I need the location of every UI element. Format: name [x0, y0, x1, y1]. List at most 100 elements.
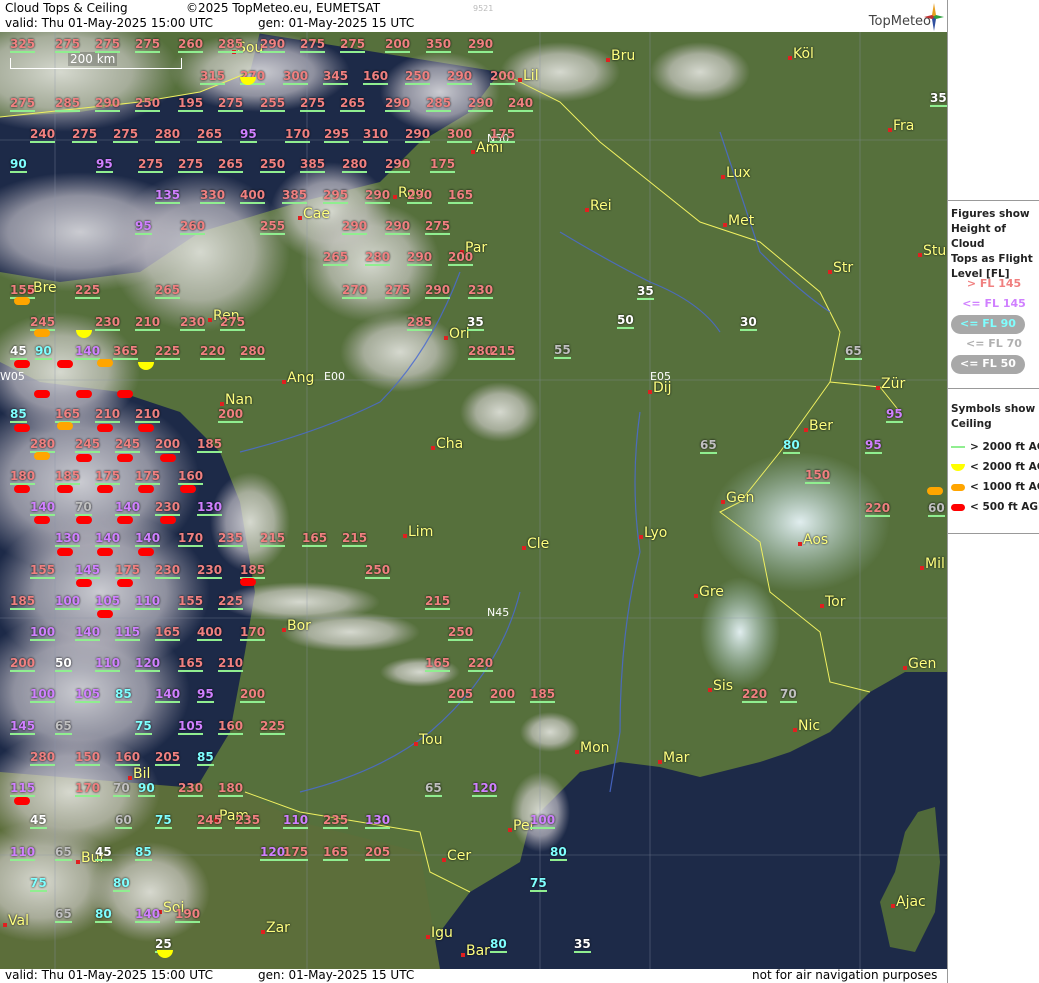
cloud-top-value: 275 — [55, 37, 81, 53]
ceiling-pill-icon — [14, 297, 30, 305]
cloud-top-value: 170 — [240, 625, 266, 641]
cloud-top-value: 115 — [10, 781, 36, 797]
cloud-top-value: 225 — [75, 283, 101, 299]
ceiling-pill-icon — [57, 548, 73, 556]
city-label: Bor — [287, 618, 311, 634]
city-label: Tor — [825, 594, 846, 610]
city-label: Gen — [726, 490, 755, 506]
cloud-top-value: 285 — [426, 96, 452, 112]
cloud-top-value: 290 — [468, 37, 494, 53]
cloud-top-value: 265 — [155, 283, 181, 299]
cloud-top-value: 150 — [75, 750, 101, 766]
cloud-top-value: 35 — [637, 284, 654, 300]
cloud-top-value: 160 — [178, 469, 204, 485]
symbol-row-under-1000: < 1000 ft AGL — [951, 481, 1039, 493]
cloud-top-value: 30 — [740, 315, 757, 331]
city-label: Nic — [798, 718, 821, 734]
cloud-top-value: 275 — [135, 37, 161, 53]
satellite-map[interactable]: 200 km Bru Köl Sou Lil Fra Ami Lux Rou Cae Rei Met… — [0, 32, 947, 969]
cloud-top-value: 180 — [10, 469, 36, 485]
cloud-top-value: 290 — [260, 37, 286, 53]
line-symbol-icon — [951, 446, 965, 448]
cloud — [210, 472, 290, 572]
cloud-top-value: 325 — [10, 37, 36, 53]
cloud-top-value: 175 — [95, 469, 121, 485]
cloud-top-value: 210 — [135, 315, 161, 331]
cloud-top-value: 195 — [178, 96, 204, 112]
cloud-top-value: 245 — [197, 813, 223, 829]
cloud-top-value: 285 — [407, 315, 433, 331]
cloud-top-value: 225 — [260, 719, 286, 735]
city-marker — [585, 208, 589, 212]
cloud-top-value: 135 — [155, 188, 181, 204]
cloud-top-value: 175 — [115, 563, 141, 579]
cloud-top-value: 275 — [138, 157, 164, 173]
cloud-top-value: 225 — [155, 344, 181, 360]
symbols-title-line: Symbols show — [951, 403, 1036, 415]
city-label: Igu — [431, 925, 453, 941]
cloud-top-value: 35 — [574, 937, 591, 953]
cloud-top-value: 200 — [155, 437, 181, 453]
city-label: Gen — [908, 656, 937, 672]
cloud-top-value: 210 — [95, 407, 121, 423]
ceiling-pill-icon — [14, 797, 30, 805]
cloud-top-value: 275 — [425, 219, 451, 235]
city-label: Val — [8, 913, 29, 929]
cloud-top-value: 275 — [340, 37, 366, 53]
cloud-top-value: 140 — [135, 531, 161, 547]
ceiling-pill-icon — [34, 452, 50, 460]
cloud-top-value: 60 — [928, 501, 945, 517]
cloud-top-value: 95 — [197, 687, 214, 703]
cloud-top-value: 100 — [30, 687, 56, 703]
cloud-top-value: 175 — [135, 469, 161, 485]
ceiling-pill-icon — [14, 485, 30, 493]
cloud-top-value: 210 — [135, 407, 161, 423]
city-marker — [575, 750, 579, 754]
header: Cloud Tops & Ceiling ©2025 TopMeteo.eu, … — [0, 0, 947, 32]
cloud-top-value: 235 — [235, 813, 261, 829]
cloud-top-value: 290 — [385, 219, 411, 235]
cloud-top-value: 200 — [10, 656, 36, 672]
symbols-title: Symbols show Ceiling — [951, 402, 1035, 432]
legend-item-fl-70: <= FL 70 — [966, 337, 1022, 350]
cloud-top-value: 80 — [783, 438, 800, 454]
ceiling-pill-icon — [138, 424, 154, 432]
orange-pill-icon — [951, 483, 965, 491]
cloud-top-value: 165 — [448, 188, 474, 204]
city-label: Cer — [447, 848, 472, 864]
city-marker — [403, 534, 407, 538]
cloud-top-value: 185 — [10, 594, 36, 610]
red-pill-icon — [951, 503, 965, 511]
footer-valid: valid: Thu 01-May-2025 15:00 UTC — [5, 968, 214, 982]
cloud-top-value: 130 — [197, 500, 223, 516]
cloud-top-value: 275 — [178, 157, 204, 173]
cloud-top-value: 115 — [115, 625, 141, 641]
cloud-top-value: 290 — [405, 127, 431, 143]
cloud-top-value: 215 — [260, 531, 286, 547]
cloud-top-value: 185 — [240, 563, 266, 579]
cloud-top-value: 290 — [425, 283, 451, 299]
ceiling-pill-icon — [117, 579, 133, 587]
half-disc-icon — [951, 463, 965, 471]
cloud-top-value: 110 — [283, 813, 309, 829]
cloud-top-value: 260 — [178, 37, 204, 53]
city-marker — [128, 776, 132, 780]
cloud-top-value: 95 — [886, 407, 903, 423]
symbol-row-under-500: < 500 ft AGL — [951, 501, 1039, 513]
legend-item-fl-90: <= FL 90 — [960, 317, 1016, 330]
city-label: Mon — [580, 740, 610, 756]
legend-panel: Figures show Height of Cloud Tops as Fli… — [947, 0, 1039, 983]
cloud-top-value: 165 — [55, 407, 81, 423]
cloud-top-value: 200 — [218, 407, 244, 423]
cloud-top-value: 75 — [530, 876, 547, 892]
cloud-top-value: 350 — [426, 37, 452, 53]
cloud-top-value: 290 — [385, 157, 411, 173]
city-marker — [518, 78, 522, 82]
city-marker — [876, 386, 880, 390]
cloud-top-value: 250 — [365, 563, 391, 579]
ceiling-pill-icon — [160, 454, 176, 462]
cloud-top-value: 85 — [135, 845, 152, 861]
cloud-top-value: 200 — [448, 250, 474, 266]
city-marker — [721, 175, 725, 179]
cloud-top-value: 275 — [218, 96, 244, 112]
